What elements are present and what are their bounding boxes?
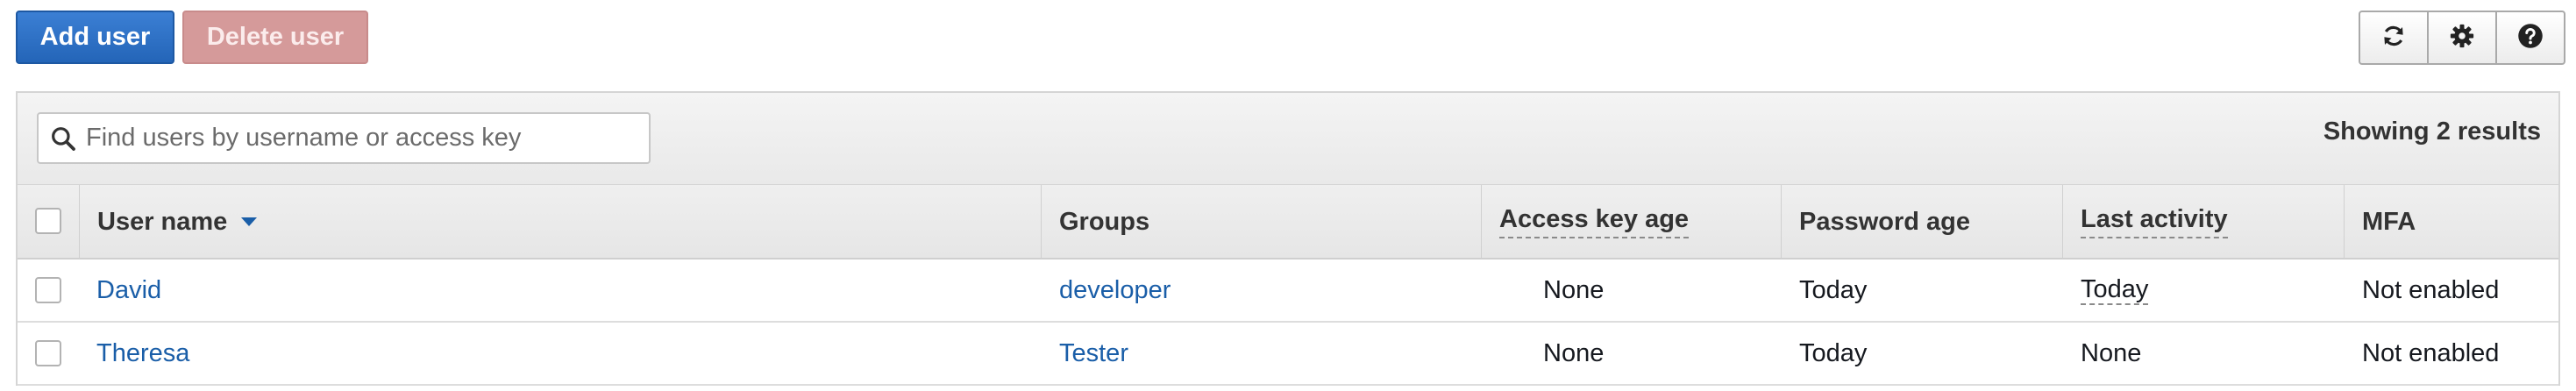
password-age: Today bbox=[1799, 275, 1868, 304]
delete-user-button[interactable]: Delete user bbox=[182, 11, 368, 64]
results-count: Showing 2 results bbox=[2323, 117, 2541, 146]
column-header-user-name[interactable]: User name bbox=[79, 185, 1041, 259]
refresh-button[interactable] bbox=[2359, 11, 2429, 65]
select-all-checkbox[interactable] bbox=[35, 208, 61, 234]
settings-button[interactable] bbox=[2427, 11, 2497, 65]
mfa-status: Not enabled bbox=[2362, 338, 2500, 367]
table-row[interactable]: Theresa Tester None Today None Not enabl… bbox=[18, 323, 2558, 386]
refresh-icon bbox=[2380, 23, 2407, 53]
user-name-link[interactable]: David bbox=[96, 259, 161, 321]
column-header-access-key-age[interactable]: Access key age bbox=[1481, 185, 1781, 259]
column-label: MFA bbox=[2362, 207, 2416, 236]
toolbar-icon-group bbox=[2359, 11, 2565, 65]
last-activity: None bbox=[2081, 338, 2142, 367]
table-header: User name Groups Access key age Password… bbox=[18, 184, 2558, 259]
column-header-password-age[interactable]: Password age bbox=[1781, 185, 2062, 259]
password-age: Today bbox=[1799, 338, 1868, 367]
column-label: Groups bbox=[1059, 207, 1150, 236]
column-label: User name bbox=[97, 207, 228, 236]
add-user-button[interactable]: Add user bbox=[16, 11, 174, 64]
help-button[interactable] bbox=[2495, 11, 2565, 65]
row-checkbox[interactable] bbox=[35, 340, 61, 366]
gear-icon bbox=[2449, 23, 2475, 53]
group-link[interactable]: Tester bbox=[1059, 323, 1128, 384]
column-label: Access key age bbox=[1499, 205, 1690, 238]
access-key-age: None bbox=[1543, 275, 1605, 304]
last-activity-value: Today bbox=[2081, 275, 2149, 305]
users-table-panel: Showing 2 results User name Groups Acces… bbox=[16, 91, 2560, 386]
column-label: Last activity bbox=[2081, 205, 2228, 238]
column-header-last-activity[interactable]: Last activity bbox=[2062, 185, 2344, 259]
group-link[interactable]: developer bbox=[1059, 259, 1171, 321]
access-key-age: None bbox=[1543, 338, 1605, 367]
search-icon bbox=[52, 126, 75, 151]
column-label: Password age bbox=[1799, 207, 1971, 236]
search-input[interactable] bbox=[84, 123, 631, 153]
filter-bar: Showing 2 results bbox=[18, 93, 2558, 184]
user-name-link[interactable]: Theresa bbox=[96, 323, 189, 384]
table-row[interactable]: David developer None Today Today Not ena… bbox=[18, 259, 2558, 323]
column-header-mfa[interactable]: MFA bbox=[2344, 185, 2560, 259]
mfa-status: Not enabled bbox=[2362, 275, 2500, 304]
search-box bbox=[37, 112, 651, 164]
help-icon bbox=[2517, 23, 2544, 53]
sort-descending-icon bbox=[241, 217, 258, 226]
last-activity: Today bbox=[2081, 259, 2149, 321]
column-header-groups[interactable]: Groups bbox=[1041, 185, 1481, 259]
row-checkbox[interactable] bbox=[35, 277, 61, 303]
